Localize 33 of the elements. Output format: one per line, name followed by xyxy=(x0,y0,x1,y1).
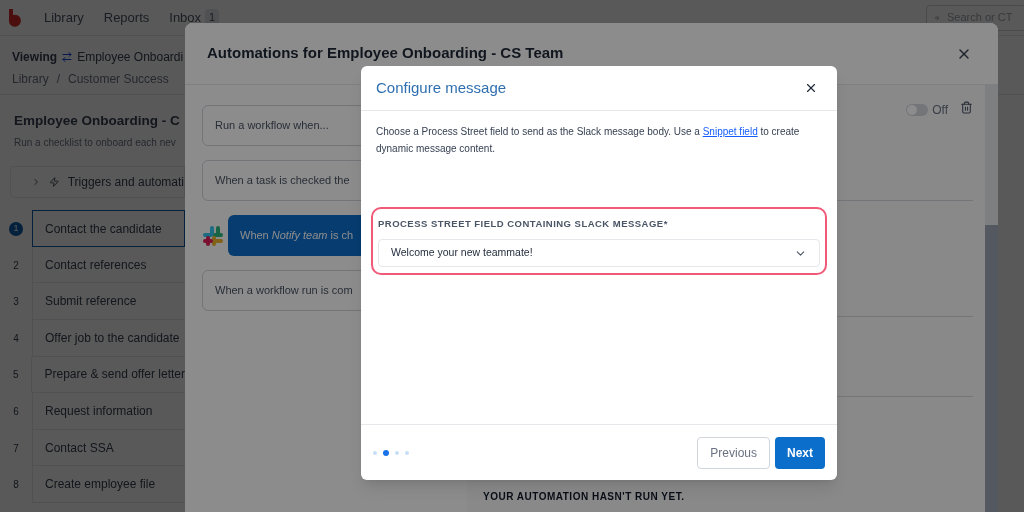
viewing-label: Viewing xyxy=(12,49,58,66)
toggle-switch[interactable] xyxy=(906,104,929,116)
task-number: 4 xyxy=(13,331,19,346)
task-number: 6 xyxy=(13,405,19,419)
triggers-panel[interactable]: Triggers and automati xyxy=(10,166,185,199)
task-item[interactable]: Contact the candidate xyxy=(32,210,185,247)
nav-link[interactable]: Library xyxy=(44,7,84,28)
logo-icon[interactable] xyxy=(8,7,24,28)
workflow-title: Employee Onboarding - C xyxy=(14,112,180,130)
task-number: 8 xyxy=(13,478,19,493)
triggers-label: Triggers and automati xyxy=(67,174,184,192)
close-icon xyxy=(804,81,818,95)
scrollbar[interactable] xyxy=(985,85,998,512)
task-number: 1 xyxy=(9,221,23,236)
task-number: 2 xyxy=(13,258,19,273)
task-number: 3 xyxy=(13,295,19,310)
trash-icon[interactable] xyxy=(960,101,973,114)
breadcrumb-separator: / xyxy=(56,71,61,88)
previous-button[interactable]: Previous xyxy=(697,436,770,469)
task-number: 5 xyxy=(12,368,19,383)
lightning-icon xyxy=(49,176,60,189)
template-icon xyxy=(61,51,74,63)
next-button[interactable]: Next xyxy=(775,436,825,469)
template-name: Employee Onboardi xyxy=(77,49,184,66)
message-field-select[interactable]: Welcome your new teammate! xyxy=(378,239,820,268)
task-number: 7 xyxy=(13,441,19,456)
nav-link[interactable]: Reports xyxy=(103,7,150,28)
slack-icon xyxy=(202,224,224,247)
snippet-field-link[interactable]: Snippet field xyxy=(702,126,758,137)
run-status: YOUR AUTOMATION HASN'T RUN YET. xyxy=(483,491,685,502)
modal-title: Automations for Employee Onboarding - CS Team xyxy=(207,43,564,64)
toggle-label: Off xyxy=(932,102,948,119)
dialog-title: Configure message xyxy=(376,77,507,98)
